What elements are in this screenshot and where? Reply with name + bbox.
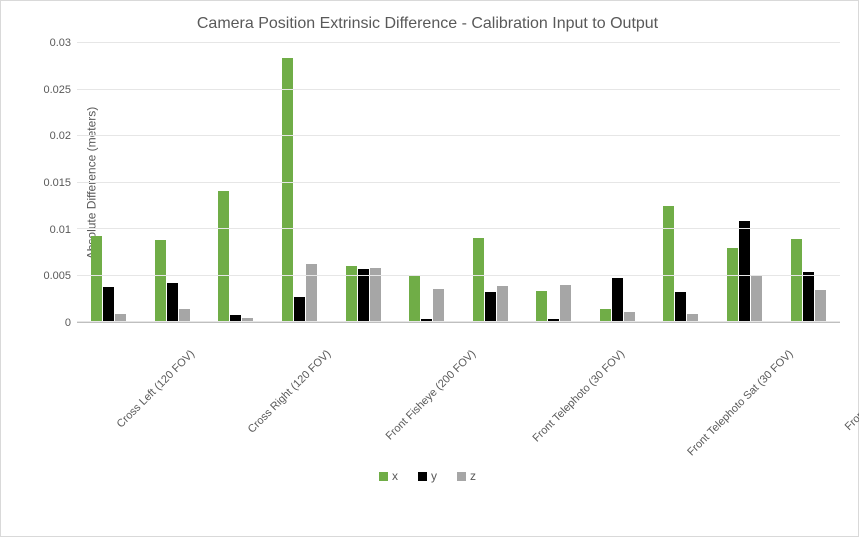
gridline [77,228,840,229]
bar-z [370,268,381,322]
legend-item-y: y [418,469,437,483]
y-tick-label: 0.01 [31,224,71,236]
y-axis-ticks: 00.0050.010.0150.020.0250.03 [35,43,77,323]
x-tick-label: Front Fisheye (200 FOV) [384,331,495,442]
bar-group [713,43,777,322]
bar-z [751,276,762,323]
bar-z [306,264,317,322]
bar-z [433,289,444,322]
bar-groups [77,43,840,322]
gridline [77,321,840,322]
bar-y [485,292,496,322]
legend-swatch [457,472,466,481]
chart-title: Camera Position Extrinsic Difference - C… [15,15,840,33]
legend: x y z [15,469,840,483]
y-tick-label: 0.03 [31,37,71,49]
bar-x [727,248,738,322]
legend-item-z: z [457,469,476,483]
bar-x [155,240,166,322]
bar-y [294,297,305,322]
plot-row: Absolute Difference (meters) 00.0050.010… [15,43,840,323]
y-tick-label: 0.02 [31,130,71,142]
legend-swatch [379,472,388,481]
bar-x [409,275,420,322]
legend-label: y [431,469,437,483]
bar-x [282,58,293,322]
bar-x [91,236,102,322]
y-tick-label: 0.005 [31,270,71,282]
bar-z [497,286,508,322]
bar-x [536,291,547,322]
bar-group [331,43,395,322]
x-tick-label: Front Telephoto (30 FOV) [531,331,645,445]
bar-group [522,43,586,322]
y-tick-label: 0.025 [31,84,71,96]
x-tick-label: Cross Right (120 FOV) [245,331,350,436]
y-tick-label: 0 [31,317,71,329]
x-tick-label: Front Telephoto Sat (30 FOV) [685,331,812,458]
chart-container: Camera Position Extrinsic Difference - C… [0,0,859,537]
bar-group [586,43,650,322]
gridline [77,135,840,136]
bar-x [218,191,229,322]
bar-y [103,287,114,322]
bar-z [560,285,571,322]
plot-area [77,43,840,323]
x-tick-label: Front Wide (120 FOV) [842,331,859,433]
bar-group [77,43,141,322]
bar-x [791,239,802,322]
x-tick-label: Cross Left (120 FOV) [115,331,214,430]
gridline [77,89,840,90]
bar-group [141,43,205,322]
gridline [77,275,840,276]
bar-y [803,272,814,322]
legend-label: z [470,469,476,483]
bar-y [167,283,178,322]
y-tick-label: 0.015 [31,177,71,189]
bar-group [776,43,840,322]
bar-x [473,238,484,322]
bar-group [395,43,459,322]
bar-z [815,290,826,322]
bar-x [663,206,674,322]
legend-label: x [392,469,398,483]
legend-item-x: x [379,469,398,483]
bar-y [739,221,750,322]
x-axis-ticks: Cross Left (120 FOV) Cross Right (120 FOV… [77,323,840,483]
bar-group [268,43,332,322]
gridline [77,42,840,43]
bar-group [204,43,268,322]
legend-swatch [418,472,427,481]
bar-group [458,43,522,322]
bar-group [649,43,713,322]
bar-y [612,278,623,322]
bar-y [358,269,369,322]
bar-y [675,292,686,322]
gridline [77,182,840,183]
